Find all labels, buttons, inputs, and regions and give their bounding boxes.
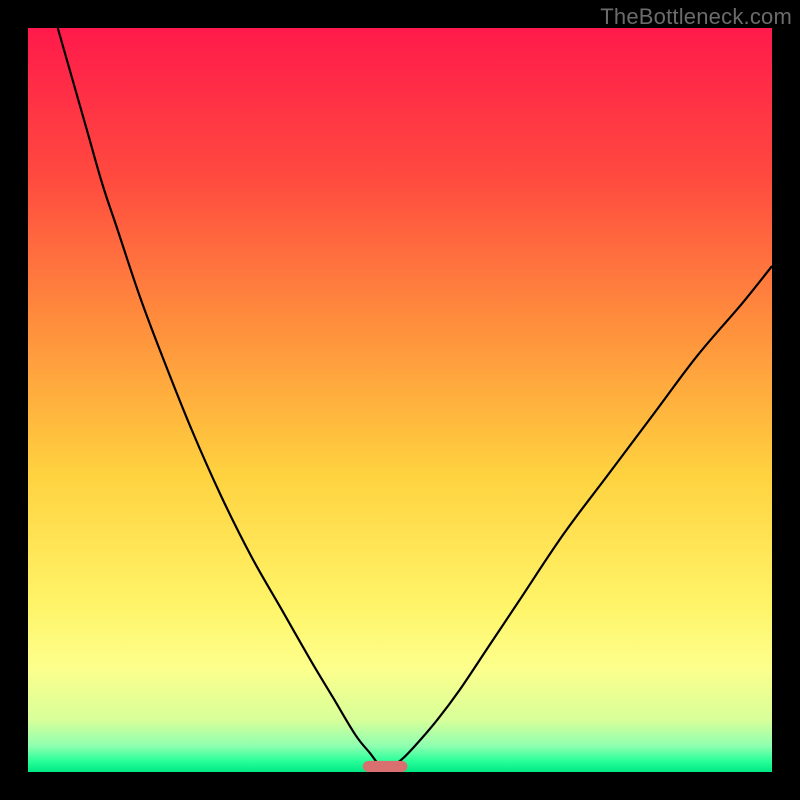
gradient-background — [28, 28, 772, 772]
watermark-text: TheBottleneck.com — [600, 4, 792, 30]
bottleneck-chart — [28, 28, 772, 772]
optimum-marker — [363, 761, 408, 772]
chart-frame — [28, 28, 772, 772]
